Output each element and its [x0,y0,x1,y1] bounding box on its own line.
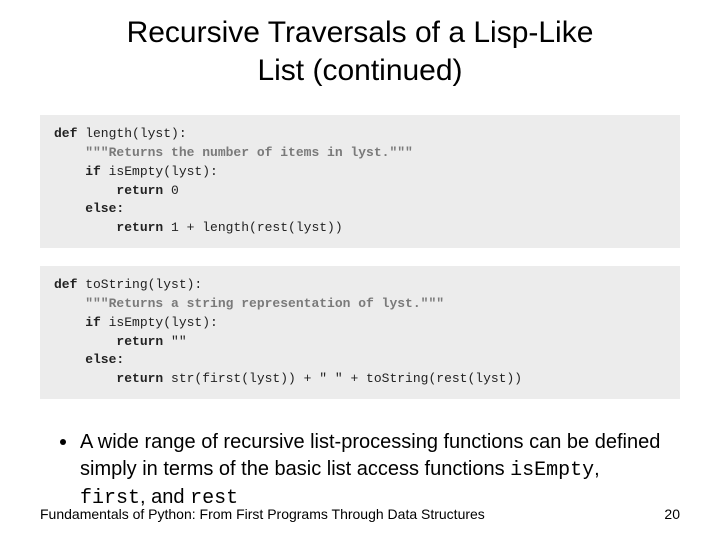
kw-return: return [54,371,163,386]
code-text: isEmpty(lyst): [101,315,218,330]
bullet-dot-icon [60,439,66,445]
slide: Recursive Traversals of a Lisp-Like List… [0,0,720,540]
sep: , [594,458,600,480]
code-text: 0 [163,183,179,198]
kw-if: if [54,164,101,179]
kw-def: def [54,277,77,292]
code-block-tostring: def toString(lyst): """Returns a string … [40,266,680,399]
code-text: 1 + length(rest(lyst)) [163,220,342,235]
footer-left: Fundamentals of Python: From First Progr… [40,506,485,522]
kw-if: if [54,315,101,330]
code-text: isEmpty(lyst): [101,164,218,179]
docstring: """Returns the number of items in lyst."… [54,145,413,160]
slide-title: Recursive Traversals of a Lisp-Like List… [0,0,720,97]
footer: Fundamentals of Python: From First Progr… [40,506,680,522]
code-text: str(first(lyst)) + " " + toString(rest(l… [163,371,522,386]
sep: , and [140,486,190,508]
code-block-length: def length(lyst): """Returns the number … [40,115,680,248]
kw-return: return [54,183,163,198]
kw-else: else: [54,201,124,216]
title-line-2: List (continued) [257,54,462,87]
kw-return: return [54,220,163,235]
kw-def: def [54,126,77,141]
page-number: 20 [664,506,680,522]
docstring: """Returns a string representation of ly… [54,296,444,311]
bullet-text: A wide range of recursive list-processin… [80,429,670,512]
code-text: length(lyst): [77,126,186,141]
bullet-list: A wide range of recursive list-processin… [60,429,670,512]
kw-else: else: [54,352,124,367]
fn-isempty: isEmpty [510,459,594,482]
code-text: toString(lyst): [77,277,202,292]
bullet-item: A wide range of recursive list-processin… [60,429,670,512]
kw-return: return [54,334,163,349]
title-line-1: Recursive Traversals of a Lisp-Like [127,16,594,49]
code-text: "" [163,334,186,349]
